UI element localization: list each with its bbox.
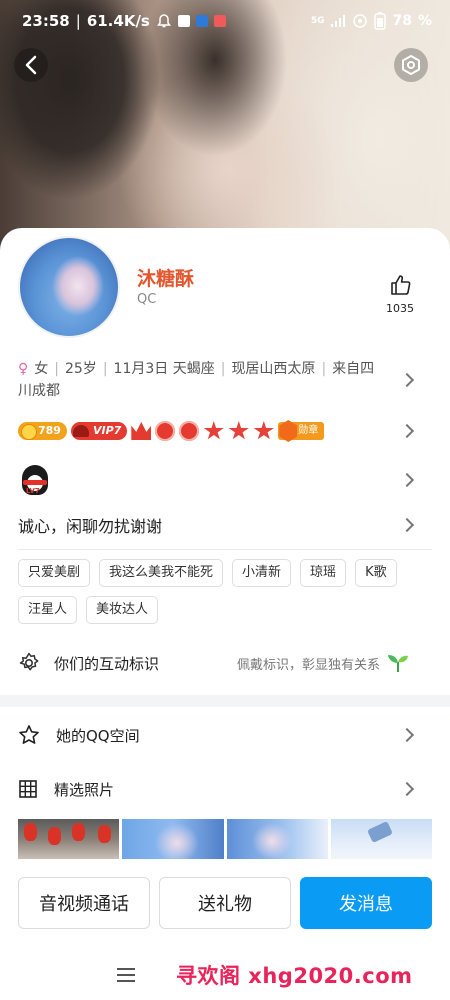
menu-icon[interactable] [117,968,135,982]
gender: 女 [34,361,49,377]
chevron-right-icon [399,423,415,439]
star-level-icon [203,421,224,440]
interest-tag[interactable]: 我这么美我不能死 [99,559,224,587]
like-button[interactable]: 1035 [380,274,420,315]
photo-thumbnail[interactable] [226,819,328,859]
chevron-left-icon [25,55,37,75]
birthday: 11月3日 [113,361,169,377]
photo-thumbnail[interactable] [122,819,224,859]
photos-row[interactable]: 精选照片 [18,772,432,806]
app-notification-icon [195,15,208,27]
crown-icon [131,422,152,440]
video-call-button[interactable]: 音视频通话 [18,877,150,929]
nickname: 沐糖酥 [137,268,195,290]
coin-badge: 789 [18,422,67,440]
hexagon-icon [402,54,420,76]
battery-unit: % [417,13,432,29]
more-options-button[interactable] [394,48,428,82]
hometown-continued: 川成都 [18,383,60,399]
hotspot-icon [353,14,368,28]
vip-badge: VIP7 [70,422,128,440]
action-bar: 音视频通话 送礼物 发消息 [18,877,432,929]
zodiac: 天蝎座 [172,361,215,377]
star-level-icon [253,421,274,440]
star-level-icon [228,421,249,440]
chevron-right-icon [399,372,415,388]
qq-level-row[interactable]: LV7 [18,460,432,500]
star-outline-icon [19,725,39,744]
photo-strip [18,819,432,859]
divider [18,549,432,550]
medal-badge: 勋章 [278,422,325,440]
interaction-label: 你们的互动标识 [54,654,160,673]
network-speed: 61.4K/s [86,12,150,30]
signature-row[interactable]: 诚心，闲聊勿扰谢谢 [18,510,432,540]
sprout-icon [388,655,408,672]
status-bar: 23:58 | 61.4K/s 5G 78 % [22,12,432,30]
signal-label: 5G [310,16,325,26]
interest-tag[interactable]: K歌 [355,559,397,587]
interest-tag[interactable]: 琼瑶 [300,559,347,587]
female-icon: ♀ [18,361,29,377]
qq-number-label: QC [137,292,157,307]
qzone-row[interactable]: 她的QQ空间 [18,718,432,752]
battery-level: 78 [392,13,412,29]
residence: 现居山西太原 [231,361,316,377]
photo-thumbnail[interactable] [18,819,120,859]
hometown: 来自四 [332,361,375,377]
watermark: 寻欢阁 xhg2020.com [176,964,413,988]
avatar[interactable] [18,236,120,338]
section-separator [0,695,450,707]
interest-tag[interactable]: 美妆达人 [86,596,159,624]
interaction-hint: 佩戴标识，彰显独有关系 [236,657,380,673]
chevron-right-icon [399,727,415,743]
chevron-right-icon [399,472,415,488]
interest-tag[interactable]: 只爱美剧 [18,559,91,587]
thumbs-up-icon [391,275,411,295]
photos-label: 精选照片 [54,780,115,799]
send-message-button[interactable]: 发消息 [300,877,432,929]
back-button[interactable] [14,48,48,82]
grid-icon [19,780,37,798]
sun-level-icon [179,421,200,441]
signature-text: 诚心，闲聊勿扰谢谢 [18,517,163,536]
qzone-label: 她的QQ空间 [56,726,140,745]
like-count: 1035 [386,302,414,315]
chevron-right-icon [399,781,415,797]
interaction-mark-row[interactable]: 你们的互动标识 佩戴标识，彰显独有关系 [18,646,432,680]
penguin-level-icon: LV7 [18,463,52,497]
sun-level-icon [155,421,176,441]
personal-info-row[interactable]: ♀ 女 | 25岁 | 11月3日 天蝎座 | 现居山西太原 | 来自四 川成都 [18,356,432,404]
send-gift-button[interactable]: 送礼物 [159,877,291,929]
interest-tag[interactable]: 小清新 [232,559,292,587]
bell-icon [156,14,171,28]
badges-row[interactable]: 789 VIP7 勋章 [18,418,432,444]
signal-icon [331,15,346,27]
status-time: 23:58 [22,12,70,30]
app-notification-red-icon [213,15,226,27]
chevron-right-icon [399,517,415,533]
photo-thumbnail[interactable] [330,819,432,859]
notification-icon [177,15,190,27]
battery-icon [374,12,387,30]
age: 25岁 [64,361,97,377]
bottom-navigation: 寻欢阁 xhg2020.com [0,950,450,1000]
interest-tag[interactable]: 汪星人 [18,596,78,624]
profile-card: 沐糖酥 QC 1035 ♀ 女 | 25岁 | 11月3日 天蝎座 | 现居山西太原 | 来自四 … [0,228,450,1000]
gear-icon [19,652,39,671]
interest-tags: 只爱美剧 我这么美我不能死 小清新 琼瑶 K歌 汪星人 美妆达人 [18,559,438,624]
